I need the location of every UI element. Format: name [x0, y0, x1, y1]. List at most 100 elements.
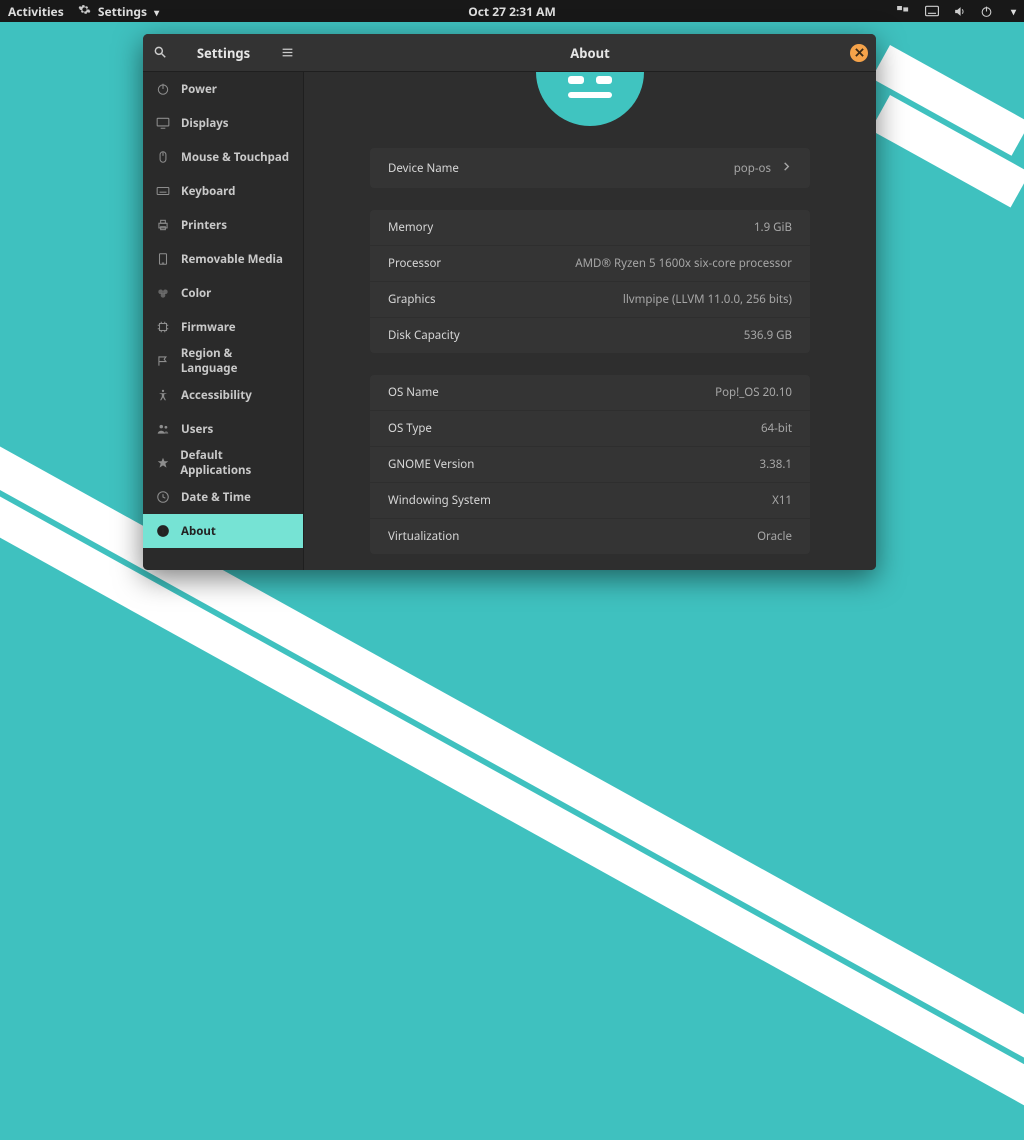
hamburger-icon: [281, 42, 294, 64]
clock-icon: [155, 489, 171, 505]
color-icon: [155, 285, 171, 301]
primary-menu-button[interactable]: [271, 34, 304, 71]
sidebar-title: Settings: [176, 44, 271, 62]
os-info-label: OS Name: [388, 385, 439, 400]
sidebar-item-label: About: [181, 524, 216, 539]
os-info-label: GNOME Version: [388, 457, 474, 472]
info-icon: [155, 523, 171, 539]
os-info-label: Windowing System: [388, 493, 491, 508]
firmware-icon: [155, 319, 171, 335]
os-info-row: Windowing System X11: [370, 482, 810, 518]
sidebar-item-printers[interactable]: Printers: [143, 208, 303, 242]
os-info-card: OS Name Pop!_OS 20.10 OS Type 64-bit GNOME V…: [370, 375, 810, 554]
os-info-row: GNOME Version 3.38.1: [370, 446, 810, 482]
about-panel: Device Name pop-os Memory 1.9 GiB Processo…: [304, 72, 876, 570]
sidebar-item-power[interactable]: Power: [143, 72, 303, 106]
os-info-row: OS Name Pop!_OS 20.10: [370, 375, 810, 410]
keyboard-icon: [155, 183, 171, 199]
power-icon: [155, 81, 171, 97]
device-name-card: Device Name pop-os: [370, 148, 810, 188]
os-info-value: 3.38.1: [760, 457, 792, 472]
sidebar-item-label: Accessibility: [181, 388, 252, 403]
app-menu[interactable]: Settings ▾: [78, 3, 159, 20]
sidebar-item-region-language[interactable]: Region & Language: [143, 344, 303, 378]
sidebar-item-removable-media[interactable]: Removable Media: [143, 242, 303, 276]
os-info-row: OS Type 64-bit: [370, 410, 810, 446]
sidebar-item-date-time[interactable]: Date & Time: [143, 480, 303, 514]
sidebar-item-firmware[interactable]: Firmware: [143, 310, 303, 344]
spec-label: Processor: [388, 256, 441, 271]
app-menu-label: Settings: [98, 3, 147, 20]
hardware-specs-card: Memory 1.9 GiB Processor AMD® Ryzen 5 1600x…: [370, 210, 810, 353]
search-button[interactable]: [143, 34, 176, 71]
sidebar-item-label: Region & Language: [181, 346, 291, 376]
sidebar-item-label: Date & Time: [181, 490, 251, 505]
spec-value: 1.9 GiB: [754, 220, 792, 235]
chevron-down-icon: ▾: [154, 5, 159, 19]
star-icon: [155, 455, 170, 471]
spec-label: Graphics: [388, 292, 436, 307]
sidebar-item-about[interactable]: About: [143, 514, 303, 548]
sidebar-item-label: Default Applications: [180, 448, 291, 478]
page-title: About: [304, 44, 876, 62]
keyboard-indicator-icon[interactable]: [925, 5, 939, 17]
os-info-label: OS Type: [388, 421, 432, 436]
settings-window: Settings About Power Displays Mouse & Touc…: [143, 34, 876, 570]
spec-row: Graphics llvmpipe (LLVM 11.0.0, 256 bits): [370, 281, 810, 317]
os-info-value: 64-bit: [761, 421, 792, 436]
spec-row: Disk Capacity 536.9 GB: [370, 317, 810, 353]
spec-label: Memory: [388, 220, 433, 235]
chevron-down-icon: ▾: [1011, 4, 1016, 18]
sidebar-item-displays[interactable]: Displays: [143, 106, 303, 140]
sidebar-item-color[interactable]: Color: [143, 276, 303, 310]
device-name-label: Device Name: [388, 161, 459, 176]
chevron-right-icon: [781, 161, 792, 176]
volume-icon[interactable]: [953, 5, 966, 18]
printers-icon: [155, 217, 171, 233]
sidebar-item-label: Firmware: [181, 320, 236, 335]
sidebar-item-label: Mouse & Touchpad: [181, 150, 289, 165]
os-info-row: Virtualization Oracle: [370, 518, 810, 554]
spec-value: 536.9 GB: [744, 328, 792, 343]
sidebar-item-mouse-touchpad[interactable]: Mouse & Touchpad: [143, 140, 303, 174]
sidebar-item-label: Color: [181, 286, 211, 301]
power-icon[interactable]: [980, 5, 993, 18]
mouse-icon: [155, 149, 171, 165]
region-icon: [155, 353, 171, 369]
close-button[interactable]: [850, 44, 868, 62]
sidebar-item-label: Keyboard: [181, 184, 235, 199]
sidebar-item-default-applications[interactable]: Default Applications: [143, 446, 303, 480]
sidebar-item-keyboard[interactable]: Keyboard: [143, 174, 303, 208]
media-icon: [155, 251, 171, 267]
os-logo: [304, 72, 876, 126]
sidebar: Power Displays Mouse & Touchpad Keyboard Pri…: [143, 72, 304, 570]
spec-row: Processor AMD® Ryzen 5 1600x six-core pro…: [370, 245, 810, 281]
spec-value: AMD® Ryzen 5 1600x six-core processor: [575, 256, 792, 271]
displays-icon: [155, 115, 171, 131]
gear-icon: [78, 3, 91, 16]
activities-button[interactable]: Activities: [8, 3, 64, 20]
top-panel: Activities Settings ▾ Oct 27 2:31 AM ▾: [0, 0, 1024, 22]
os-info-value: Oracle: [757, 529, 792, 544]
sidebar-item-accessibility[interactable]: Accessibility: [143, 378, 303, 412]
sidebar-item-label: Printers: [181, 218, 227, 233]
sidebar-item-label: Users: [181, 422, 213, 437]
screen-record-icon[interactable]: [897, 6, 911, 17]
users-icon: [155, 421, 171, 437]
sidebar-item-users[interactable]: Users: [143, 412, 303, 446]
spec-label: Disk Capacity: [388, 328, 460, 343]
device-name-value: pop-os: [734, 161, 771, 176]
sidebar-item-label: Removable Media: [181, 252, 283, 267]
spec-value: llvmpipe (LLVM 11.0.0, 256 bits): [623, 292, 792, 307]
os-info-label: Virtualization: [388, 529, 459, 544]
device-name-row[interactable]: Device Name pop-os: [370, 148, 810, 188]
os-info-value: X11: [772, 493, 792, 508]
sidebar-item-label: Displays: [181, 116, 229, 131]
headerbar: Settings About: [143, 34, 876, 72]
search-icon: [153, 42, 167, 64]
accessibility-icon: [155, 387, 171, 403]
spec-row: Memory 1.9 GiB: [370, 210, 810, 245]
os-info-value: Pop!_OS 20.10: [715, 385, 792, 400]
clock[interactable]: Oct 27 2:31 AM: [468, 3, 556, 20]
close-icon: [855, 44, 864, 61]
